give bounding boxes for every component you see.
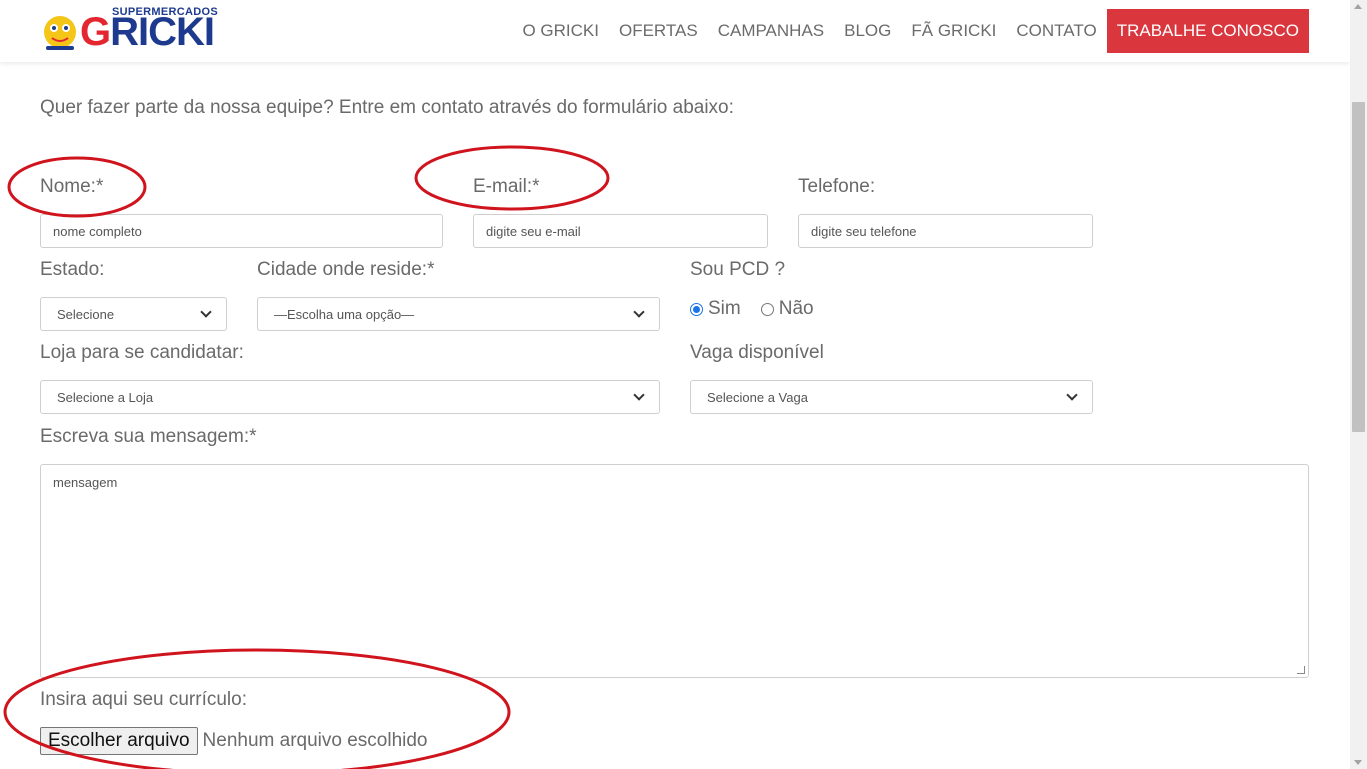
chevron-down-icon <box>200 306 212 318</box>
telefone-input[interactable] <box>798 214 1093 248</box>
choose-file-button[interactable]: Escolher arquivo <box>40 727 198 755</box>
chevron-down-icon <box>1066 389 1078 401</box>
scrollbar-thumb[interactable] <box>1352 102 1365 432</box>
telefone-label: Telefone: <box>798 176 876 197</box>
vaga-label: Vaga disponível <box>690 342 824 363</box>
main-nav: O GRICKI OFERTAS CAMPANHAS BLOG FÃ GRICK… <box>502 9 1309 53</box>
loja-select[interactable]: Selecione a Loja <box>40 380 660 414</box>
nav-trabalhe-conosco-button[interactable]: TRABALHE CONOSCO <box>1106 9 1309 53</box>
mascot-icon <box>44 16 76 50</box>
nav-campanhas[interactable]: CAMPANHAS <box>718 9 824 53</box>
nav-o-gricki[interactable]: O GRICKI <box>522 9 599 53</box>
chevron-down-icon <box>633 306 645 318</box>
estado-label: Estado: <box>40 259 105 280</box>
scroll-down-icon[interactable] <box>1354 760 1362 765</box>
vaga-select[interactable]: Selecione a Vaga <box>690 380 1093 414</box>
cidade-label: Cidade onde reside:* <box>257 259 435 280</box>
page-scrollbar[interactable] <box>1350 0 1367 769</box>
mensagem-label: Escreva sua mensagem:* <box>40 426 257 447</box>
pcd-sim-label[interactable]: Sim <box>708 298 741 320</box>
file-status-text: Nenhum arquivo escolhido <box>202 730 428 751</box>
pcd-sim-radio[interactable] <box>690 302 703 316</box>
pcd-nao-label[interactable]: Não <box>779 298 814 320</box>
pcd-nao-radio[interactable] <box>760 302 774 316</box>
mensagem-textarea[interactable]: mensagem <box>40 464 1309 678</box>
cidade-select[interactable]: —Escolha uma opção— <box>257 297 660 331</box>
loja-label: Loja para se candidatar: <box>40 342 244 363</box>
chevron-down-icon <box>633 389 645 401</box>
email-label: E-mail:* <box>473 176 540 197</box>
estado-select-value: Selecione <box>57 306 115 322</box>
estado-select[interactable]: Selecione <box>40 297 227 331</box>
nome-label: Nome:* <box>40 176 104 197</box>
vaga-select-value: Selecione a Vaga <box>707 389 808 405</box>
curriculo-label: Insira aqui seu currículo: <box>40 689 247 710</box>
form-intro: Quer fazer parte da nossa equipe? Entre … <box>40 97 734 118</box>
pcd-radio-group: Sim Não <box>690 298 834 320</box>
loja-select-value: Selecione a Loja <box>57 389 154 405</box>
nav-ofertas[interactable]: OFERTAS <box>619 9 698 53</box>
resize-handle-icon[interactable] <box>1297 666 1305 674</box>
site-header: SUPERMERCADOS GRICKI O GRICKI OFERTAS CA… <box>0 0 1350 62</box>
email-input[interactable] <box>473 214 768 248</box>
cidade-select-value: —Escolha uma opção— <box>274 306 415 322</box>
scroll-up-icon[interactable] <box>1354 4 1362 9</box>
pcd-label: Sou PCD ? <box>690 259 786 280</box>
gricki-logo[interactable]: SUPERMERCADOS GRICKI <box>40 6 230 56</box>
logo-wordmark: GRICKI <box>80 10 215 54</box>
nome-input[interactable] <box>40 214 443 248</box>
nav-blog[interactable]: BLOG <box>844 9 891 53</box>
curriculo-file-input: Escolher arquivo Nenhum arquivo escolhid… <box>40 727 428 755</box>
mensagem-placeholder: mensagem <box>53 475 118 490</box>
nav-fa-gricki[interactable]: FÃ GRICKI <box>911 9 996 53</box>
nav-contato[interactable]: CONTATO <box>1016 9 1096 53</box>
